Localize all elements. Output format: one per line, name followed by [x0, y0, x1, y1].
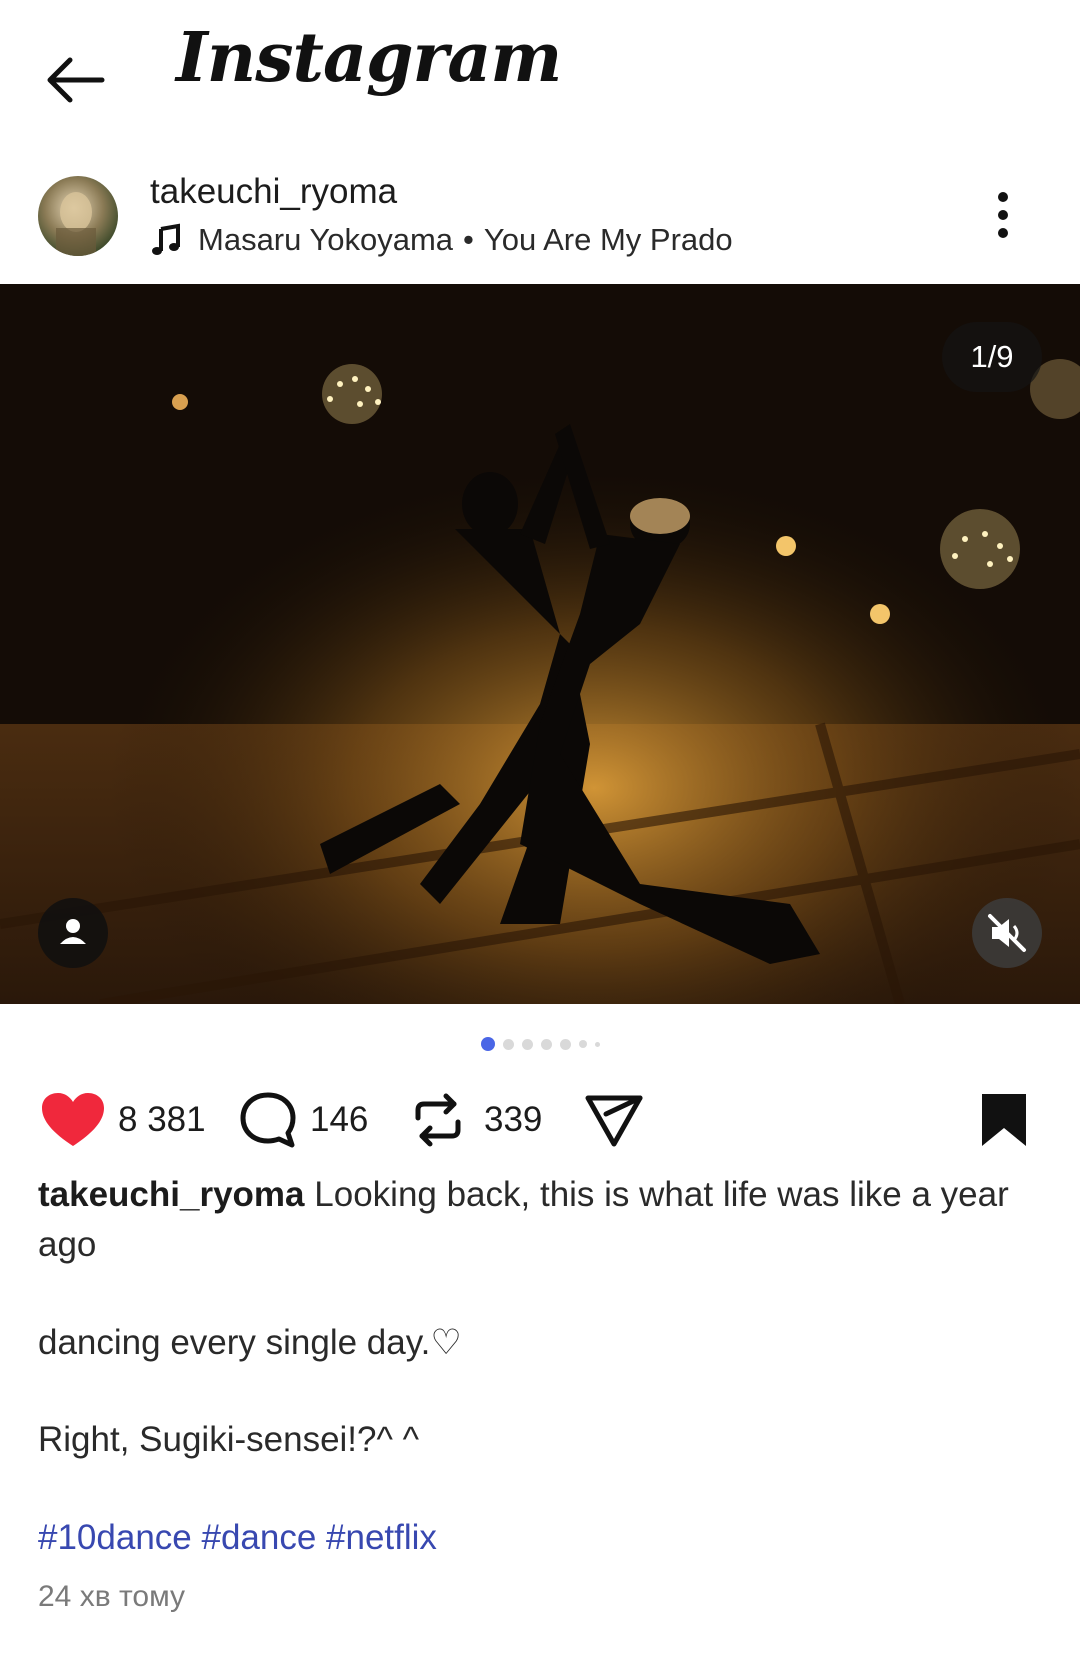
post-photo: [0, 284, 1080, 1004]
repost-icon: [415, 1093, 461, 1147]
like-button[interactable]: 8 381: [40, 1080, 206, 1160]
caption-line2: dancing every single day.♡: [38, 1323, 462, 1362]
repost-button[interactable]: 339: [410, 1080, 542, 1160]
user-tag-icon: [60, 919, 86, 944]
comment-count: 146: [310, 1100, 369, 1139]
repost-count: 339: [484, 1100, 543, 1139]
carousel-dot: [540, 1038, 552, 1050]
user-tag-button[interactable]: [38, 898, 108, 968]
comment-button[interactable]: 146: [238, 1080, 368, 1160]
bookmark-icon: [982, 1094, 1026, 1146]
music-artist: Masaru Yokoyama: [198, 222, 454, 257]
post-username[interactable]: takeuchi_ryoma: [150, 172, 397, 212]
share-icon: [585, 1095, 643, 1147]
heart-icon: [42, 1093, 104, 1146]
carousel-dot: [578, 1040, 587, 1048]
post-timestamp: 24 хв тому: [38, 1580, 186, 1613]
more-vertical-icon[interactable]: [996, 190, 1010, 240]
like-count: 8 381: [118, 1100, 206, 1139]
top-bar: Instagram: [0, 0, 1080, 150]
carousel-dot: [502, 1038, 514, 1050]
carousel-dot: [559, 1038, 571, 1050]
post-media[interactable]: 1/9: [0, 284, 1080, 1004]
share-button[interactable]: [584, 1080, 644, 1160]
music-note-icon: [152, 223, 180, 255]
media-counter: 1/9: [942, 322, 1042, 392]
carousel-dots: [0, 1034, 1080, 1054]
caption-username[interactable]: takeuchi_ryoma: [38, 1175, 305, 1214]
bookmark-button[interactable]: [980, 1080, 1028, 1160]
caption-line3: Right, Sugiki-sensei!?^ ^: [38, 1420, 420, 1459]
music-track: You Are My Prado: [483, 222, 733, 257]
carousel-dot: [594, 1041, 600, 1047]
mute-icon: [988, 914, 1026, 952]
carousel-dot-active: [480, 1037, 495, 1051]
post-header: takeuchi_ryoma Masaru Yokoyama • You Are…: [0, 160, 1080, 280]
caption-hashtags[interactable]: #10dance #dance #netflix: [38, 1518, 437, 1558]
carousel-dot: [521, 1038, 533, 1050]
avatar[interactable]: [38, 176, 118, 256]
post-caption: takeuchi_ryoma Looking back, this is wha…: [38, 1170, 1038, 1270]
app-logo: Instagram: [176, 18, 562, 98]
comment-icon: [240, 1092, 296, 1148]
back-arrow-icon[interactable]: [40, 50, 110, 110]
action-bar: 8 381 146 339: [0, 1080, 1080, 1160]
music-info[interactable]: Masaru Yokoyama • You Are My Prado: [150, 222, 733, 258]
mute-button[interactable]: [972, 898, 1042, 968]
music-separator: •: [463, 222, 474, 257]
